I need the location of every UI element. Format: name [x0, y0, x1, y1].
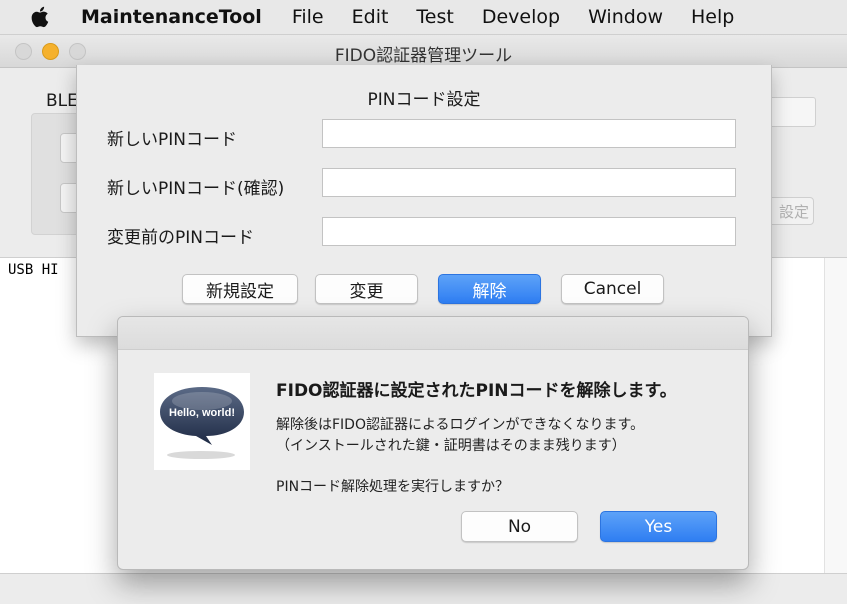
menu-bar: MaintenanceTool File Edit Test Develop W…: [0, 0, 847, 35]
yes-button[interactable]: Yes: [600, 511, 717, 542]
speech-bubble-text: Hello, world!: [169, 407, 235, 419]
confirm-pin-label: 新しいPINコード(確認): [107, 179, 285, 199]
menu-window[interactable]: Window: [588, 6, 663, 28]
new-pin-input[interactable]: [322, 119, 736, 148]
background-set-button-label: 設定: [778, 202, 809, 221]
menu-file[interactable]: File: [292, 6, 324, 28]
apple-icon[interactable]: [31, 5, 51, 29]
alert-titlebar: [118, 317, 748, 350]
clear-pin-button[interactable]: 解除: [438, 274, 541, 304]
change-pin-button[interactable]: 変更: [315, 274, 418, 304]
old-pin-input[interactable]: [322, 217, 736, 246]
window-titlebar: FIDO認証器管理ツール: [0, 35, 847, 68]
ble-group-label: BLE: [46, 91, 78, 111]
speech-bubble-icon: Hello, world!: [154, 373, 250, 470]
alert-heading: FIDO認証器に設定されたPINコードを解除します。: [276, 381, 677, 401]
new-pin-button[interactable]: 新規設定: [182, 274, 298, 304]
alert-question: PINコード解除処理を実行しますか？: [276, 479, 510, 495]
pin-sheet-title: PINコード設定: [367, 90, 481, 110]
log-scrollbar[interactable]: [824, 258, 847, 573]
menu-test[interactable]: Test: [416, 6, 453, 28]
confirm-pin-input[interactable]: [322, 168, 736, 197]
new-pin-label: 新しいPINコード: [107, 130, 237, 150]
alert-body-line1: 解除後はFIDO認証器によるログインができなくなります。: [276, 417, 645, 433]
menu-develop[interactable]: Develop: [482, 6, 560, 28]
alert-body-line2: （インストールされた鍵・証明書はそのまま残ります）: [276, 438, 626, 454]
background-field[interactable]: [768, 97, 816, 127]
no-button[interactable]: No: [461, 511, 578, 542]
menu-app-name[interactable]: MaintenanceTool: [81, 6, 262, 28]
menu-help[interactable]: Help: [691, 6, 734, 28]
pin-settings-sheet: PINコード設定 新しいPINコード 新しいPINコード(確認) 変更前のPIN…: [76, 65, 772, 337]
window-title: FIDO認証器管理ツール: [334, 46, 513, 66]
background-set-button[interactable]: 設定: [768, 197, 814, 225]
log-text: USB HI: [8, 262, 59, 278]
confirm-alert-dialog: Hello, world! FIDO認証器に設定されたPINコードを解除します。…: [117, 316, 749, 570]
menu-edit[interactable]: Edit: [352, 6, 389, 28]
cancel-button[interactable]: Cancel: [561, 274, 664, 304]
old-pin-label: 変更前のPINコード: [107, 228, 254, 248]
